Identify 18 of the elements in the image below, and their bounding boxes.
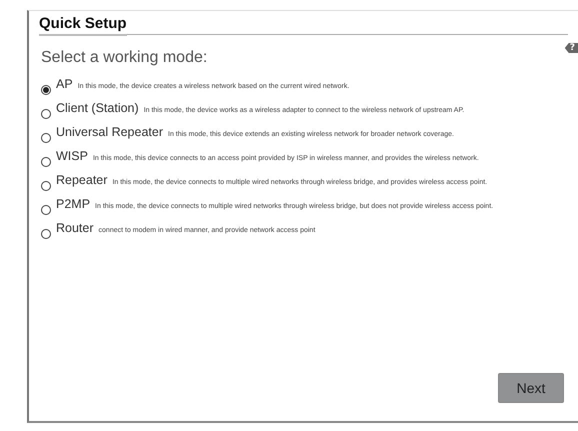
section-heading: Select a working mode: — [41, 49, 208, 67]
mode-label[interactable]: Repeater — [56, 173, 108, 187]
mode-radio[interactable] — [41, 229, 51, 239]
mode-radio[interactable] — [41, 157, 51, 167]
mode-label[interactable]: P2MP — [56, 197, 90, 211]
mode-radio[interactable] — [41, 133, 51, 143]
mode-radio[interactable] — [41, 85, 51, 95]
mode-label[interactable]: Router — [56, 221, 94, 235]
mode-radio[interactable] — [41, 181, 51, 191]
mode-label[interactable]: Client (Station) — [56, 101, 139, 115]
next-button[interactable]: Next — [498, 373, 564, 403]
mode-label[interactable]: Universal Repeater — [56, 125, 163, 139]
mode-label[interactable]: WISP — [56, 149, 88, 163]
panel-title: Quick Setup — [39, 15, 127, 36]
mode-label[interactable]: AP — [56, 77, 73, 91]
help-tab[interactable]: ? — [564, 43, 578, 53]
mode-radio[interactable] — [41, 109, 51, 119]
mode-radio[interactable] — [41, 205, 51, 215]
